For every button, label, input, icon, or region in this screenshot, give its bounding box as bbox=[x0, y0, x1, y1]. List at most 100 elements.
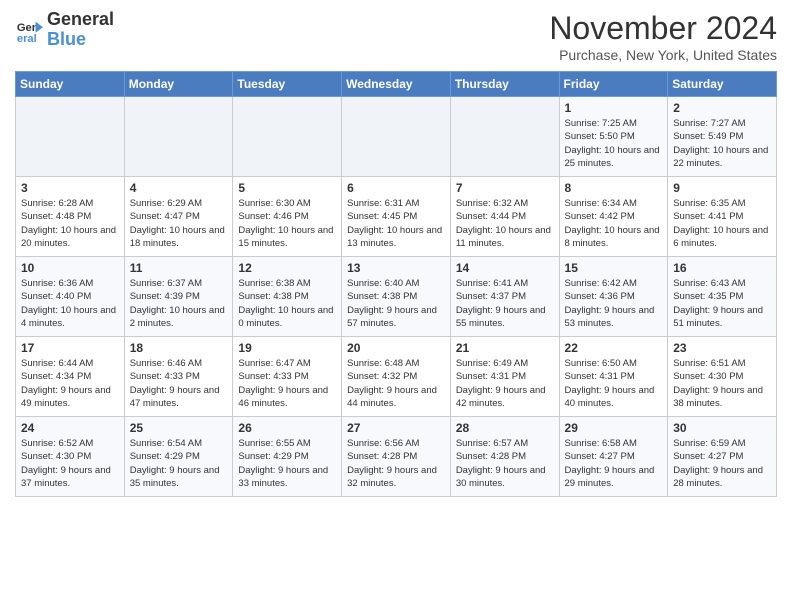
calendar-cell-w2d1: 3Sunrise: 6:28 AMSunset: 4:48 PMDaylight… bbox=[16, 177, 125, 257]
calendar-header-saturday: Saturday bbox=[668, 72, 777, 97]
day-info: Sunrise: 6:49 AMSunset: 4:31 PMDaylight:… bbox=[456, 357, 554, 410]
day-number: 6 bbox=[347, 181, 445, 195]
day-info: Sunrise: 6:55 AMSunset: 4:29 PMDaylight:… bbox=[238, 437, 336, 490]
day-number: 16 bbox=[673, 261, 771, 275]
day-info: Sunrise: 6:56 AMSunset: 4:28 PMDaylight:… bbox=[347, 437, 445, 490]
calendar-cell-w5d1: 24 Sunrise: 6:52 AMSunset: 4:30 PMDayligh… bbox=[16, 417, 125, 497]
calendar-cell-w3d1: 10 Sunrise: 6:36 AMSunset: 4:40 PMDayligh… bbox=[16, 257, 125, 337]
day-info: Sunrise: 6:54 AMSunset: 4:29 PMDaylight:… bbox=[130, 437, 228, 490]
day-info: Sunrise: 6:51 AMSunset: 4:30 PMDaylight:… bbox=[673, 357, 771, 410]
calendar-header-row: SundayMondayTuesdayWednesdayThursdayFrid… bbox=[16, 72, 777, 97]
day-number: 18 bbox=[130, 341, 228, 355]
calendar-header-monday: Monday bbox=[124, 72, 233, 97]
calendar-cell-w2d6: 8Sunrise: 6:34 AMSunset: 4:42 PMDaylight… bbox=[559, 177, 668, 257]
day-number: 13 bbox=[347, 261, 445, 275]
calendar-cell-w1d6: 1Sunrise: 7:25 AMSunset: 5:50 PMDaylight… bbox=[559, 97, 668, 177]
day-info: Sunrise: 6:43 AMSunset: 4:35 PMDaylight:… bbox=[673, 277, 771, 330]
day-info: Sunrise: 6:48 AMSunset: 4:32 PMDaylight:… bbox=[347, 357, 445, 410]
day-info: Sunrise: 6:52 AMSunset: 4:30 PMDaylight:… bbox=[21, 437, 119, 490]
calendar-week-3: 10 Sunrise: 6:36 AMSunset: 4:40 PMDayligh… bbox=[16, 257, 777, 337]
day-number: 11 bbox=[130, 261, 228, 275]
calendar-cell-w2d2: 4 Sunrise: 6:29 AMSunset: 4:47 PMDaylight… bbox=[124, 177, 233, 257]
day-info: Sunrise: 6:35 AMSunset: 4:41 PMDaylight:… bbox=[673, 197, 771, 250]
day-number: 26 bbox=[238, 421, 336, 435]
calendar-cell-w4d3: 19 Sunrise: 6:47 AMSunset: 4:33 PMDayligh… bbox=[233, 337, 342, 417]
logo-line1: General bbox=[47, 10, 114, 30]
day-number: 14 bbox=[456, 261, 554, 275]
day-info: Sunrise: 6:46 AMSunset: 4:33 PMDaylight:… bbox=[130, 357, 228, 410]
day-number: 9 bbox=[673, 181, 771, 195]
day-number: 4 bbox=[130, 181, 228, 195]
calendar-cell-w1d7: 2Sunrise: 7:27 AMSunset: 5:49 PMDaylight… bbox=[668, 97, 777, 177]
month-title: November 2024 bbox=[549, 10, 777, 47]
calendar-cell-w3d4: 13Sunrise: 6:40 AMSunset: 4:38 PMDayligh… bbox=[342, 257, 451, 337]
logo-text: General Blue bbox=[47, 10, 114, 50]
day-number: 12 bbox=[238, 261, 336, 275]
day-number: 30 bbox=[673, 421, 771, 435]
logo-icon: Gen eral bbox=[15, 16, 43, 44]
calendar-cell-w4d7: 23 Sunrise: 6:51 AMSunset: 4:30 PMDayligh… bbox=[668, 337, 777, 417]
calendar-header-sunday: Sunday bbox=[16, 72, 125, 97]
calendar-cell-w4d4: 20 Sunrise: 6:48 AMSunset: 4:32 PMDayligh… bbox=[342, 337, 451, 417]
calendar-cell-w3d6: 15 Sunrise: 6:42 AMSunset: 4:36 PMDayligh… bbox=[559, 257, 668, 337]
day-info: Sunrise: 6:42 AMSunset: 4:36 PMDaylight:… bbox=[565, 277, 663, 330]
calendar-cell-w1d1 bbox=[16, 97, 125, 177]
calendar-cell-w5d2: 25 Sunrise: 6:54 AMSunset: 4:29 PMDayligh… bbox=[124, 417, 233, 497]
day-info: Sunrise: 6:28 AMSunset: 4:48 PMDaylight:… bbox=[21, 197, 119, 250]
calendar-header-thursday: Thursday bbox=[450, 72, 559, 97]
calendar-cell-w1d3 bbox=[233, 97, 342, 177]
calendar-cell-w2d3: 5 Sunrise: 6:30 AMSunset: 4:46 PMDaylight… bbox=[233, 177, 342, 257]
logo-line2: Blue bbox=[47, 30, 114, 50]
day-number: 25 bbox=[130, 421, 228, 435]
calendar-cell-w1d2 bbox=[124, 97, 233, 177]
day-number: 20 bbox=[347, 341, 445, 355]
svg-text:eral: eral bbox=[17, 33, 37, 44]
logo: Gen eral General Blue bbox=[15, 10, 114, 50]
day-info: Sunrise: 6:38 AMSunset: 4:38 PMDaylight:… bbox=[238, 277, 336, 330]
day-info: Sunrise: 6:41 AMSunset: 4:37 PMDaylight:… bbox=[456, 277, 554, 330]
calendar-cell-w5d6: 29Sunrise: 6:58 AMSunset: 4:27 PMDayligh… bbox=[559, 417, 668, 497]
day-number: 29 bbox=[565, 421, 663, 435]
calendar-page: Gen eral General Blue November 2024 Purc… bbox=[0, 0, 792, 507]
day-info: Sunrise: 6:34 AMSunset: 4:42 PMDaylight:… bbox=[565, 197, 663, 250]
svg-text:Gen: Gen bbox=[17, 22, 39, 34]
day-number: 1 bbox=[565, 101, 663, 115]
calendar-week-5: 24 Sunrise: 6:52 AMSunset: 4:30 PMDayligh… bbox=[16, 417, 777, 497]
location-subtitle: Purchase, New York, United States bbox=[549, 47, 777, 63]
calendar-header-friday: Friday bbox=[559, 72, 668, 97]
calendar-week-4: 17 Sunrise: 6:44 AMSunset: 4:34 PMDayligh… bbox=[16, 337, 777, 417]
day-number: 22 bbox=[565, 341, 663, 355]
calendar-cell-w3d5: 14 Sunrise: 6:41 AMSunset: 4:37 PMDayligh… bbox=[450, 257, 559, 337]
calendar-week-1: 1Sunrise: 7:25 AMSunset: 5:50 PMDaylight… bbox=[16, 97, 777, 177]
calendar-cell-w1d4 bbox=[342, 97, 451, 177]
calendar-cell-w2d5: 7Sunrise: 6:32 AMSunset: 4:44 PMDaylight… bbox=[450, 177, 559, 257]
day-number: 21 bbox=[456, 341, 554, 355]
calendar-cell-w4d6: 22Sunrise: 6:50 AMSunset: 4:31 PMDayligh… bbox=[559, 337, 668, 417]
calendar-header-wednesday: Wednesday bbox=[342, 72, 451, 97]
calendar-cell-w4d5: 21 Sunrise: 6:49 AMSunset: 4:31 PMDayligh… bbox=[450, 337, 559, 417]
calendar-cell-w4d2: 18 Sunrise: 6:46 AMSunset: 4:33 PMDayligh… bbox=[124, 337, 233, 417]
calendar-cell-w1d5 bbox=[450, 97, 559, 177]
title-block: November 2024 Purchase, New York, United… bbox=[549, 10, 777, 63]
day-info: Sunrise: 6:30 AMSunset: 4:46 PMDaylight:… bbox=[238, 197, 336, 250]
calendar-cell-w5d5: 28Sunrise: 6:57 AMSunset: 4:28 PMDayligh… bbox=[450, 417, 559, 497]
calendar-cell-w3d7: 16 Sunrise: 6:43 AMSunset: 4:35 PMDayligh… bbox=[668, 257, 777, 337]
day-info: Sunrise: 6:44 AMSunset: 4:34 PMDaylight:… bbox=[21, 357, 119, 410]
day-info: Sunrise: 6:32 AMSunset: 4:44 PMDaylight:… bbox=[456, 197, 554, 250]
day-number: 15 bbox=[565, 261, 663, 275]
day-info: Sunrise: 6:29 AMSunset: 4:47 PMDaylight:… bbox=[130, 197, 228, 250]
day-info: Sunrise: 6:36 AMSunset: 4:40 PMDaylight:… bbox=[21, 277, 119, 330]
day-number: 17 bbox=[21, 341, 119, 355]
day-number: 28 bbox=[456, 421, 554, 435]
calendar-table: SundayMondayTuesdayWednesdayThursdayFrid… bbox=[15, 71, 777, 497]
day-info: Sunrise: 6:47 AMSunset: 4:33 PMDaylight:… bbox=[238, 357, 336, 410]
day-number: 10 bbox=[21, 261, 119, 275]
day-number: 5 bbox=[238, 181, 336, 195]
day-number: 27 bbox=[347, 421, 445, 435]
day-number: 2 bbox=[673, 101, 771, 115]
calendar-cell-w4d1: 17 Sunrise: 6:44 AMSunset: 4:34 PMDayligh… bbox=[16, 337, 125, 417]
day-number: 23 bbox=[673, 341, 771, 355]
day-number: 19 bbox=[238, 341, 336, 355]
day-number: 24 bbox=[21, 421, 119, 435]
calendar-cell-w2d4: 6Sunrise: 6:31 AMSunset: 4:45 PMDaylight… bbox=[342, 177, 451, 257]
